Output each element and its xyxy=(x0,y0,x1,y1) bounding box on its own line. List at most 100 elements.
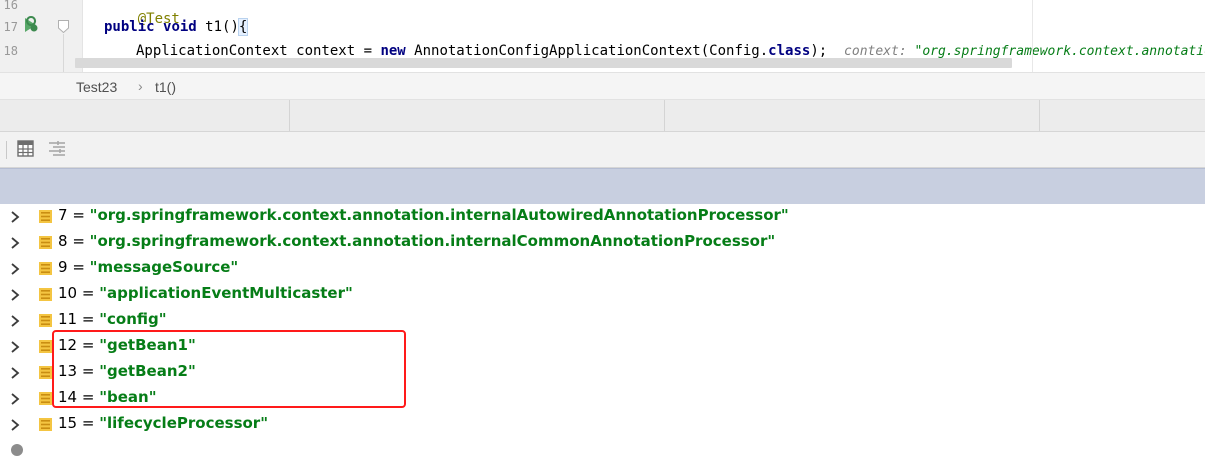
row-value: "applicationEventMulticaster" xyxy=(99,284,353,302)
inline-debug-hint-value: "org.springframework.context.annotation.… xyxy=(915,44,1205,59)
row-text: 15 = "lifecycleProcessor" xyxy=(58,414,268,432)
row-text: 9 = "messageSource" xyxy=(58,258,238,276)
tree-row[interactable]: 11 = "config" xyxy=(0,308,1205,334)
tree-row[interactable]: 15 = "lifecycleProcessor" xyxy=(0,412,1205,438)
chevron-right-icon[interactable] xyxy=(10,289,20,301)
keyword-class: class xyxy=(768,43,810,59)
tree-row[interactable]: 12 = "getBean1" xyxy=(0,334,1205,360)
method-name: t1() xyxy=(197,19,239,35)
field-icon xyxy=(39,262,52,275)
row-value: "bean" xyxy=(99,388,156,406)
assign-ctor: AnnotationConfigApplicationContext(Confi… xyxy=(406,43,768,59)
row-equals: = xyxy=(68,258,90,276)
code-line-method: public void t1(){ xyxy=(104,19,247,35)
row-text: 12 = "getBean1" xyxy=(58,336,196,354)
inline-debug-hint-label: context: xyxy=(844,44,914,59)
field-icon xyxy=(39,340,52,353)
fold-guide xyxy=(63,34,64,72)
row-equals: = xyxy=(77,284,99,302)
row-value: "org.springframework.context.annotation.… xyxy=(90,232,776,250)
tree-row[interactable]: 8 = "org.springframework.context.annotat… xyxy=(0,230,1205,256)
run-test-icon[interactable] xyxy=(22,16,40,34)
row-value: "config" xyxy=(99,310,166,328)
breadcrumb-class[interactable]: Test23 xyxy=(76,79,117,95)
chevron-right-icon[interactable] xyxy=(10,211,20,223)
field-icon xyxy=(39,418,52,431)
row-text: 7 = "org.springframework.context.annotat… xyxy=(58,206,789,224)
row-value: "org.springframework.context.annotation.… xyxy=(90,206,789,224)
row-equals: = xyxy=(68,206,90,224)
breadcrumb: Test23 › t1() xyxy=(0,72,1205,100)
tree-row[interactable]: 7 = "org.springframework.context.annotat… xyxy=(0,204,1205,230)
keyword-public: public xyxy=(104,19,155,35)
debug-toolbar xyxy=(0,132,1205,168)
row-text: 8 = "org.springframework.context.annotat… xyxy=(58,232,775,250)
line-number: 18 xyxy=(0,44,18,58)
object-icon xyxy=(11,444,23,456)
chevron-right-icon[interactable] xyxy=(10,341,20,353)
field-icon xyxy=(39,210,52,223)
row-equals: = xyxy=(77,414,99,432)
brace-token: { xyxy=(239,19,247,35)
assign-end: ); xyxy=(810,43,827,59)
partial-tree-row[interactable] xyxy=(0,442,1205,462)
row-index: 13 xyxy=(58,362,77,380)
line-number: 16 xyxy=(0,0,18,12)
row-index: 8 xyxy=(58,232,68,250)
toolbar-divider xyxy=(6,141,7,159)
row-equals: = xyxy=(77,310,99,328)
tree-row[interactable]: 9 = "messageSource" xyxy=(0,256,1205,282)
line-number: 17 xyxy=(0,20,18,34)
row-index: 14 xyxy=(58,388,77,406)
tree-row[interactable]: 13 = "getBean2" xyxy=(0,360,1205,386)
field-icon xyxy=(39,366,52,379)
watches-bar[interactable] xyxy=(0,168,1205,204)
debug-tool-header xyxy=(0,100,1205,132)
row-index: 12 xyxy=(58,336,77,354)
code-line-assign: ApplicationContext context = new Annotat… xyxy=(136,43,1205,59)
chevron-right-icon[interactable] xyxy=(10,419,20,431)
field-icon xyxy=(39,236,52,249)
table-view-icon[interactable] xyxy=(17,140,34,157)
code-editor[interactable]: 16 17 18 @Test public void t1(){ Applica… xyxy=(0,0,1205,72)
chevron-right-icon[interactable] xyxy=(10,237,20,249)
chevron-right-icon[interactable] xyxy=(10,263,20,275)
row-text: 13 = "getBean2" xyxy=(58,362,196,380)
keyword-void: void xyxy=(163,19,197,35)
assign-type: ApplicationContext context = xyxy=(136,43,380,59)
chevron-right-icon[interactable] xyxy=(10,393,20,405)
pane-separator[interactable] xyxy=(1039,100,1040,131)
chevron-right-icon[interactable] xyxy=(10,367,20,379)
row-value: "messageSource" xyxy=(90,258,239,276)
variables-tree[interactable]: 7 = "org.springframework.context.annotat… xyxy=(0,204,1205,450)
editor-gutter: 16 17 18 xyxy=(0,0,82,72)
right-margin-guide xyxy=(1032,0,1033,72)
breadcrumb-method[interactable]: t1() xyxy=(155,79,176,95)
field-icon xyxy=(39,314,52,327)
pane-separator[interactable] xyxy=(664,100,665,131)
row-text: 11 = "config" xyxy=(58,310,167,328)
pane-separator[interactable] xyxy=(289,100,290,131)
row-index: 15 xyxy=(58,414,77,432)
row-index: 11 xyxy=(58,310,77,328)
tree-row[interactable]: 14 = "bean" xyxy=(0,386,1205,412)
list-view-icon[interactable] xyxy=(48,140,66,157)
row-value: "getBean2" xyxy=(99,362,196,380)
chevron-right-icon[interactable] xyxy=(10,315,20,327)
row-text: 10 = "applicationEventMulticaster" xyxy=(58,284,353,302)
fold-icon[interactable] xyxy=(58,20,69,33)
row-equals: = xyxy=(68,232,90,250)
row-text: 14 = "bean" xyxy=(58,388,157,406)
row-index: 7 xyxy=(58,206,68,224)
field-icon xyxy=(39,288,52,301)
row-equals: = xyxy=(77,362,99,380)
row-index: 10 xyxy=(58,284,77,302)
row-index: 9 xyxy=(58,258,68,276)
row-value: "getBean1" xyxy=(99,336,196,354)
field-icon xyxy=(39,392,52,405)
row-value: "lifecycleProcessor" xyxy=(99,414,268,432)
keyword-new: new xyxy=(380,43,405,59)
tree-row[interactable]: 10 = "applicationEventMulticaster" xyxy=(0,282,1205,308)
row-equals: = xyxy=(77,336,99,354)
horizontal-scrollbar[interactable] xyxy=(75,58,1012,68)
